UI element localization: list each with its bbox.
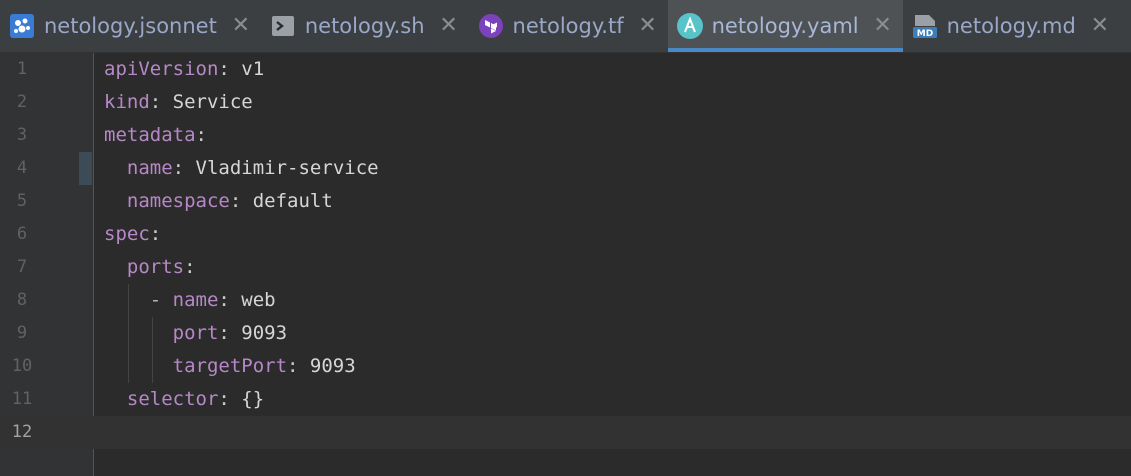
line-number: 6 <box>16 224 28 244</box>
tab-label: netology.jsonnet <box>44 14 217 38</box>
tab-netology-yaml[interactable]: netology.yaml ✕ <box>667 0 903 52</box>
yaml-value: 9093 <box>309 355 356 377</box>
code-line: 11 selector: {} <box>0 383 1131 416</box>
yaml-value: v1 <box>241 58 265 80</box>
tab-netology-jsonnet[interactable]: netology.jsonnet ✕ <box>0 0 261 52</box>
tab-label: netology.sh <box>304 14 425 38</box>
yaml-value: Vladimir-service <box>195 157 379 179</box>
code-line: 6 spec: <box>0 218 1131 251</box>
code-line-current: 12 <box>0 416 1131 449</box>
line-number: 2 <box>16 92 28 112</box>
line-number: 3 <box>16 125 28 145</box>
line-number: 7 <box>16 257 28 277</box>
yaml-value: 9093 <box>241 322 288 344</box>
line-number: 8 <box>16 290 28 310</box>
terraform-icon <box>477 12 505 40</box>
code-text: kind: Service <box>104 91 253 113</box>
tab-label: netology.md <box>946 14 1076 38</box>
code-text: apiVersion: v1 <box>104 58 265 80</box>
close-icon[interactable]: ✕ <box>439 15 459 37</box>
code-editor[interactable]: 1 apiVersion: v1 2 kind: Service 3 metad… <box>0 53 1131 476</box>
code-text: port: 9093 <box>172 322 288 344</box>
yaml-value: default <box>252 190 333 212</box>
close-icon[interactable]: ✕ <box>1090 15 1110 37</box>
line-number: 10 <box>11 356 33 376</box>
code-line: 8 - name: web <box>0 284 1131 317</box>
editor-tab-bar: netology.jsonnet ✕ netology.sh ✕ netolog… <box>0 0 1131 53</box>
code-text: metadata: <box>104 124 207 146</box>
tab-label: netology.yaml <box>711 14 859 38</box>
ansible-icon <box>676 12 704 40</box>
code-line: 9 port: 9093 <box>0 317 1131 350</box>
yaml-key: namespace <box>126 190 230 212</box>
line-number: 9 <box>16 323 28 343</box>
tab-netology-tf[interactable]: netology.tf ✕ <box>469 0 668 52</box>
line-number: 5 <box>16 191 28 211</box>
code-text: selector: {} <box>126 388 265 410</box>
code-text: name: Vladimir-service <box>126 157 379 179</box>
close-icon[interactable]: ✕ <box>638 15 658 37</box>
yaml-key: ports <box>126 256 185 278</box>
code-text: - name: web <box>104 289 276 311</box>
close-icon[interactable]: ✕ <box>231 15 251 37</box>
code-line: 10 targetPort: 9093 <box>0 350 1131 383</box>
code-text: ports: <box>126 256 196 278</box>
tab-netology-md[interactable]: MD netology.md ✕ <box>903 0 1120 52</box>
svg-text:MD: MD <box>916 29 932 39</box>
tab-label: netology.tf <box>512 14 624 38</box>
code-line: 4 name: Vladimir-service <box>0 152 1131 185</box>
yaml-key: port <box>172 322 219 344</box>
yaml-key: name <box>126 157 173 179</box>
line-number: 12 <box>11 422 33 442</box>
line-number: 11 <box>11 389 33 409</box>
jsonnet-icon <box>8 12 36 40</box>
code-text: namespace: default <box>126 190 333 212</box>
code-line: 3 metadata: <box>0 119 1131 152</box>
code-line: 5 namespace: default <box>0 185 1131 218</box>
yaml-key: kind <box>104 91 150 113</box>
code-line: 1 apiVersion: v1 <box>0 53 1131 86</box>
line-number: 4 <box>16 158 28 178</box>
yaml-key: selector <box>126 388 219 410</box>
code-text: targetPort: 9093 <box>172 355 356 377</box>
yaml-key: name <box>172 289 219 311</box>
code-line: 2 kind: Service <box>0 86 1131 119</box>
markdown-icon: MD <box>911 12 939 40</box>
shell-script-icon <box>269 12 297 40</box>
yaml-value: {} <box>241 388 265 410</box>
yaml-key: metadata <box>104 124 196 146</box>
yaml-key: spec <box>104 223 150 245</box>
yaml-key: apiVersion <box>104 58 219 80</box>
code-line: 7 ports: <box>0 251 1131 284</box>
tab-netology-sh[interactable]: netology.sh ✕ <box>261 0 469 52</box>
close-icon[interactable]: ✕ <box>873 15 893 37</box>
line-number: 1 <box>16 59 28 79</box>
code-text: spec: <box>104 223 162 245</box>
yaml-value: web <box>241 289 276 311</box>
yaml-value: Service <box>172 91 253 113</box>
yaml-key: targetPort <box>172 355 288 377</box>
code-lines: 1 apiVersion: v1 2 kind: Service 3 metad… <box>0 53 1131 449</box>
